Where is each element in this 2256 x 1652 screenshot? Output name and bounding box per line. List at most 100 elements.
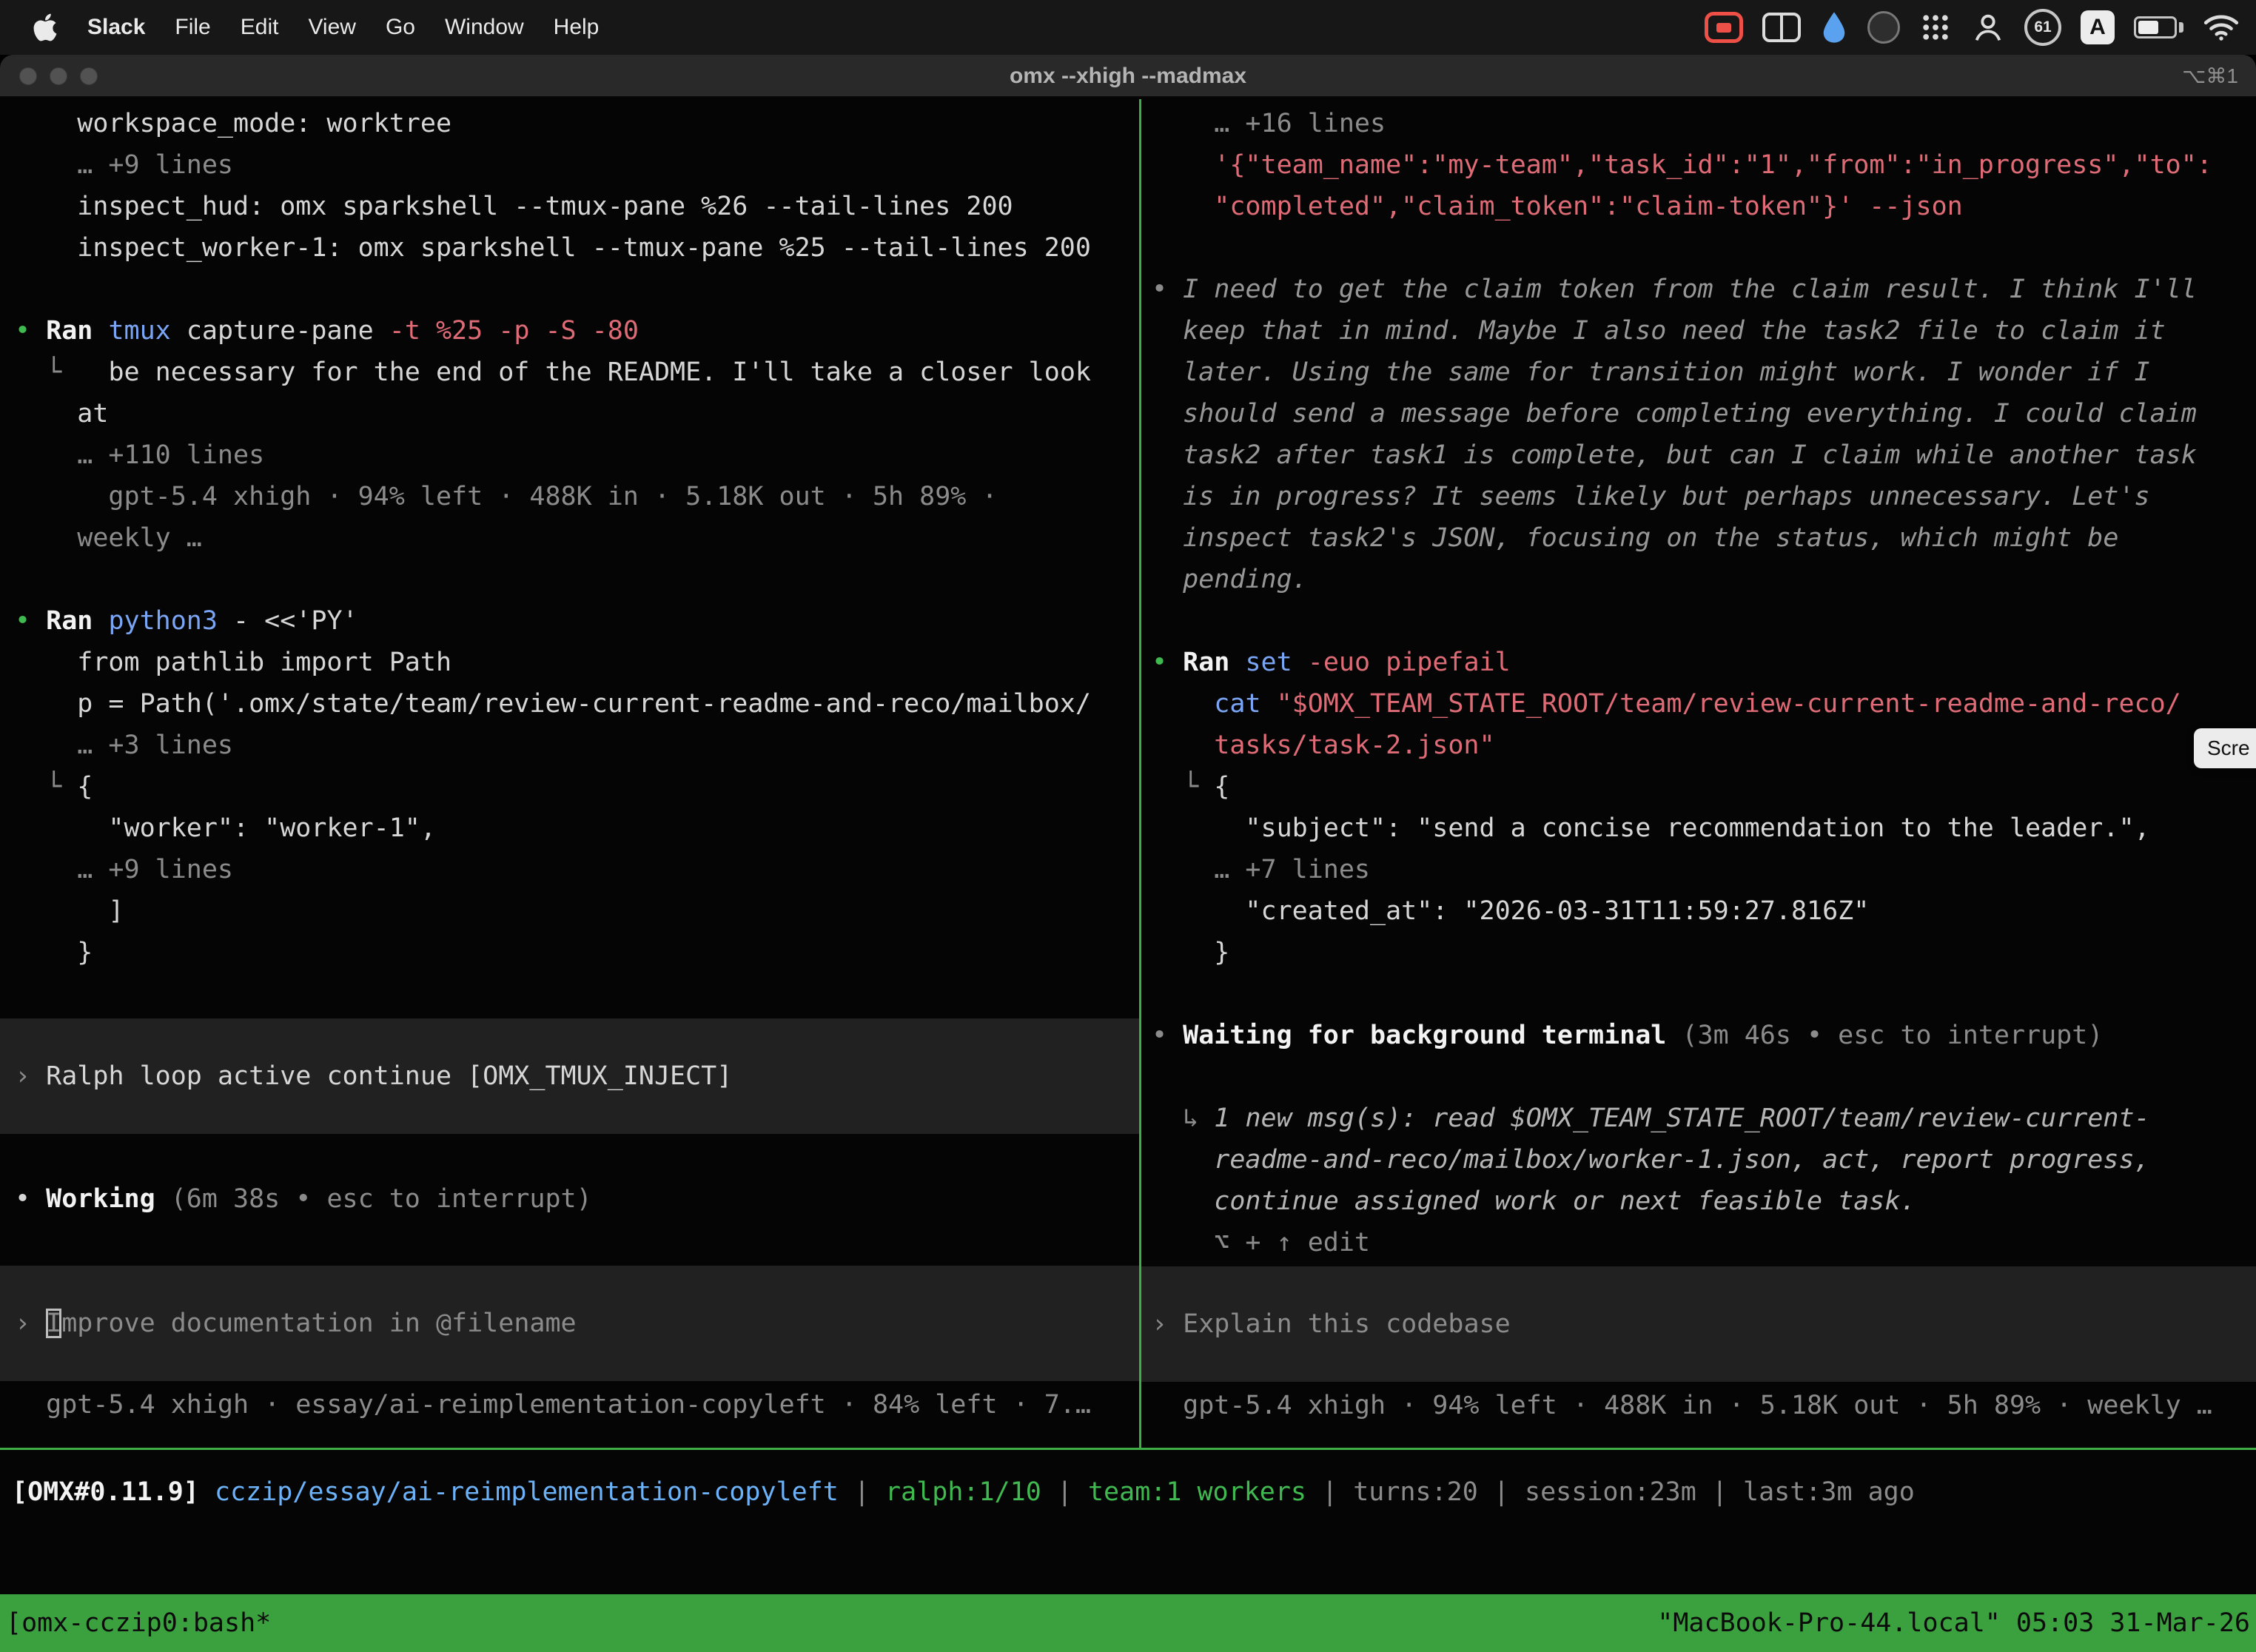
terminal-line xyxy=(1141,227,2256,269)
menu-item-view[interactable]: View xyxy=(308,15,355,40)
battery-icon[interactable] xyxy=(2134,16,2183,38)
screen-recording-stop-icon[interactable] xyxy=(1705,12,1743,43)
wifi-icon[interactable] xyxy=(2203,13,2240,42)
pane-left[interactable]: workspace_mode: worktree … +9 lines insp… xyxy=(0,99,1139,1450)
battery-gauge-value: 61 xyxy=(2034,19,2051,36)
terminal-text: • xyxy=(1152,1021,1183,1050)
terminal-text: - <<'PY' xyxy=(233,606,358,636)
terminal-text: (3m 46s • esc to interrupt) xyxy=(1682,1021,2103,1050)
terminal-text: pending. xyxy=(1152,565,1308,594)
spacer xyxy=(0,1220,1139,1266)
terminal-text: python3 xyxy=(108,606,233,636)
terminal-text: … +9 lines xyxy=(15,150,233,180)
terminal-text: inspect_worker-1: omx sparkshell --tmux-… xyxy=(15,233,1091,263)
terminal-line: task2 after task1 is complete, but can I… xyxy=(1141,434,2256,476)
terminal-text: … +7 lines xyxy=(1152,855,1370,884)
terminal-text: Ralph loop active continue [OMX_TMUX_INJ… xyxy=(46,1061,732,1091)
terminal-line xyxy=(1141,1056,2256,1098)
battery-nub xyxy=(2179,22,2183,33)
spacer xyxy=(0,1134,1139,1178)
terminal-text: team:1 workers xyxy=(1088,1477,1306,1507)
terminal-text xyxy=(1152,1062,1167,1092)
terminal-line: … +3 lines xyxy=(0,725,1139,766)
terminal-line: └ { xyxy=(0,766,1139,807)
terminal-text: … +9 lines xyxy=(15,855,233,884)
terminal-text: } xyxy=(1152,938,1229,967)
terminal-text xyxy=(15,275,30,304)
pane-right[interactable]: … +16 lines '{"team_name":"my-team","tas… xyxy=(1141,99,2256,1450)
tile-divider xyxy=(1780,16,1783,39)
prompt-line: › Improve documentation in @filename xyxy=(0,1303,1139,1344)
terminal-text: └ xyxy=(1152,772,1214,802)
terminal-line: inspect_worker-1: omx sparkshell --tmux-… xyxy=(0,227,1139,269)
terminal-line: • Waiting for background terminal (3m 46… xyxy=(1141,1015,2256,1056)
terminal-text: Ran xyxy=(1183,648,1245,677)
menu-item-help[interactable]: Help xyxy=(554,15,600,40)
menu-item-go[interactable]: Go xyxy=(386,15,415,40)
terminal-text: | xyxy=(1306,1477,1353,1507)
terminal-text: 1 new msg(s): read $OMX_TEAM_STATE_ROOT/… xyxy=(1214,1104,2149,1133)
battery-gauge-badge[interactable]: 61 xyxy=(2024,9,2061,46)
terminal-line: inspect_hud: omx sparkshell --tmux-pane … xyxy=(0,186,1139,227)
terminal-line: [OMX#0.11.9] cczip/essay/ai-reimplementa… xyxy=(0,1471,2256,1513)
terminal-text: Working xyxy=(46,1184,171,1214)
apple-menu-icon[interactable] xyxy=(33,12,58,43)
terminal-text: Waiting for background terminal xyxy=(1183,1021,1682,1050)
terminal-text: › xyxy=(1152,1309,1183,1339)
terminal-line: • Ran tmux capture-pane -t %25 -p -S -80 xyxy=(0,310,1139,352)
injected-prompt-banner[interactable]: › Ralph loop active continue [OMX_TMUX_I… xyxy=(0,1018,1139,1134)
menu-item-file[interactable]: File xyxy=(175,15,210,40)
terminal-text: ↳ xyxy=(1152,1104,1214,1133)
terminal-text: [OMX#0.11.9] xyxy=(12,1477,199,1507)
menu-bar-status-icons: 61 A xyxy=(1705,9,2256,46)
menu-item-window[interactable]: Window xyxy=(445,15,524,40)
terminal-line xyxy=(1141,600,2256,642)
person-icon[interactable] xyxy=(1971,10,2005,44)
terminal-text: from pathlib import Path xyxy=(15,648,451,677)
terminal-line: pending. xyxy=(1141,559,2256,600)
pane-bottom-border xyxy=(0,1448,2256,1450)
terminal-text xyxy=(1152,233,1167,263)
terminal-text: Explain this codebase xyxy=(1183,1309,1511,1339)
terminal-line xyxy=(1141,973,2256,1015)
terminal-text: cat xyxy=(1214,689,1276,719)
terminal-text xyxy=(1152,606,1167,636)
dots-grid-icon[interactable] xyxy=(1919,11,1952,44)
battery-body xyxy=(2134,16,2177,38)
terminal-text: task2 after task1 is complete, but can I… xyxy=(1152,440,2197,470)
terminal-text: … +110 lines xyxy=(15,440,264,470)
terminal-line: p = Path('.omx/state/team/review-current… xyxy=(0,683,1139,725)
terminal-text: session:23m xyxy=(1525,1477,1696,1507)
terminal-line: is in progress? It seems likely but perh… xyxy=(1141,476,2256,517)
prompt-input[interactable]: › Improve documentation in @filename xyxy=(0,1266,1139,1381)
terminal-window: omx --xhigh --madmax ⌥⌘1 workspace_mode:… xyxy=(0,55,2256,1652)
terminal-text xyxy=(1152,689,1214,719)
menu-app-name[interactable]: Slack xyxy=(87,15,145,40)
battery-fill xyxy=(2138,21,2158,34)
menu-bar: Slack File Edit View Go Window Help 61 A xyxy=(0,0,2256,55)
terminal-text: › xyxy=(15,1061,46,1091)
recording-dot xyxy=(1716,23,1731,33)
tmux-status-bar: [omx-cczip0:bash* "MacBook-Pro-44.local"… xyxy=(0,1594,2256,1652)
droplet-icon[interactable] xyxy=(1820,10,1848,45)
terminal-line: … +9 lines xyxy=(0,144,1139,186)
prompt-input[interactable]: › Explain this codebase xyxy=(1141,1266,2256,1382)
terminal-line: "created_at": "2026-03-31T11:59:27.816Z" xyxy=(1141,890,2256,932)
terminal-text: … +3 lines xyxy=(15,731,233,760)
input-source-icon[interactable]: A xyxy=(2081,10,2115,44)
window-tiling-icon[interactable] xyxy=(1762,13,1801,42)
terminal-text: continue assigned work or next feasible … xyxy=(1152,1186,1916,1216)
terminal-line: '{"team_name":"my-team","task_id":"1","f… xyxy=(1141,144,2256,186)
terminal-line: workspace_mode: worktree xyxy=(0,103,1139,144)
terminal-text: | xyxy=(1696,1477,1743,1507)
terminal-line: ] xyxy=(0,890,1139,932)
terminal-line: • Ran set -euo pipefail xyxy=(1141,642,2256,683)
terminal-line: inspect task2's JSON, focusing on the st… xyxy=(1141,517,2256,559)
terminal-line: at xyxy=(0,393,1139,434)
terminal-line: • Working (6m 38s • esc to interrupt) xyxy=(0,1178,1139,1220)
terminal-text xyxy=(15,565,30,594)
menu-item-edit[interactable]: Edit xyxy=(241,15,279,40)
terminal-text: • xyxy=(1152,275,1183,304)
title-bar[interactable]: omx --xhigh --madmax ⌥⌘1 xyxy=(0,55,2256,98)
dark-app-icon[interactable] xyxy=(1867,11,1900,44)
